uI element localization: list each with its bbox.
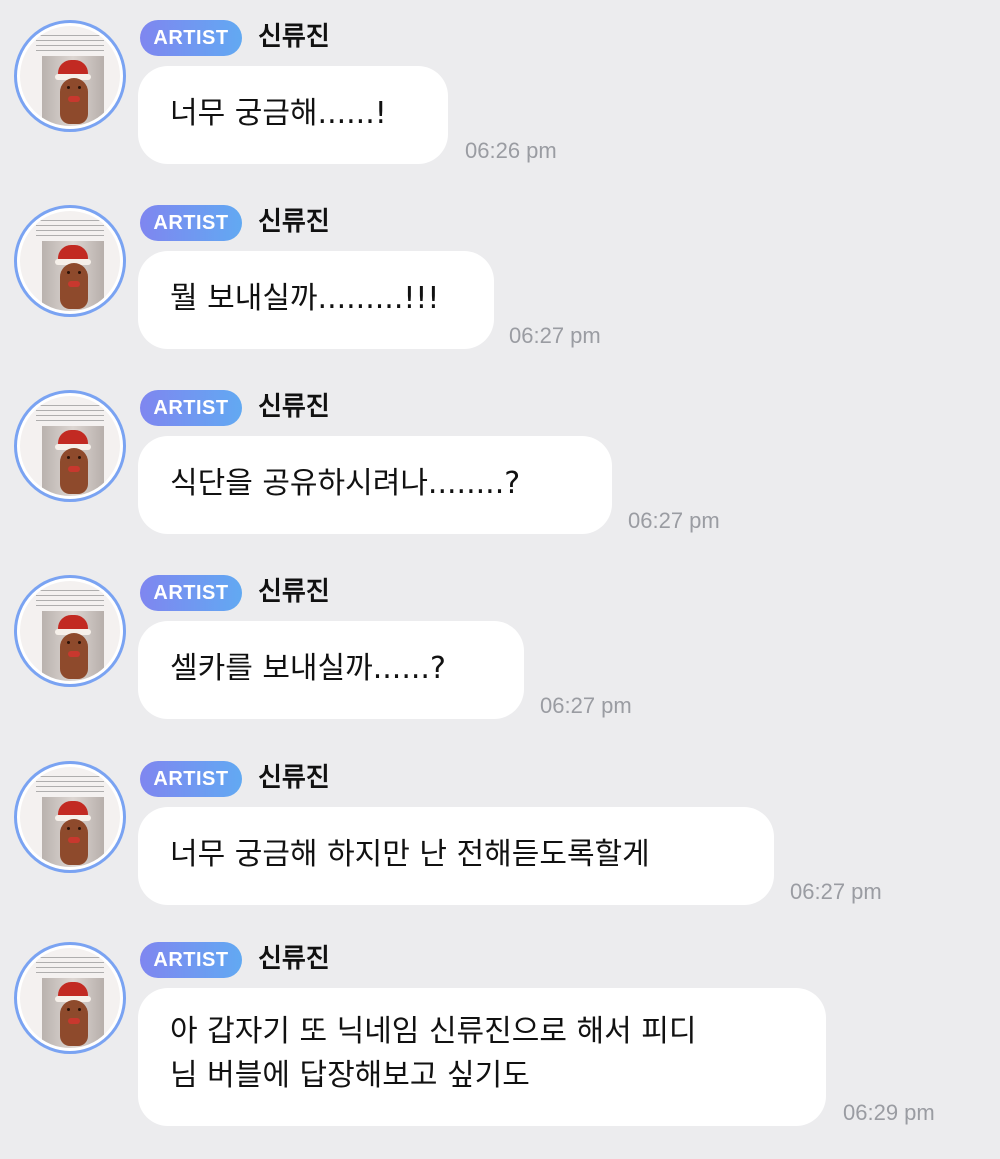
artist-badge: ARTIST [140, 942, 242, 978]
sender-name: 신류진 [258, 22, 330, 52]
message-bubble[interactable]: 너무 궁금해 하지만 난 전해듣도록할게 [138, 807, 774, 905]
message-bubble[interactable]: 셀카를 보내실까......? [138, 621, 524, 719]
message-timestamp: 06:29 pm [843, 1100, 935, 1125]
avatar[interactable] [14, 761, 126, 873]
artist-badge: ARTIST [140, 205, 242, 241]
sender-name: 신류진 [258, 392, 330, 422]
message-bubble[interactable]: 뭘 보내실까.........!!! [138, 251, 494, 349]
artist-badge: ARTIST [140, 20, 242, 56]
avatar[interactable] [14, 390, 126, 502]
avatar[interactable] [14, 942, 126, 1054]
sender-name: 신류진 [258, 577, 330, 607]
avatar[interactable] [14, 205, 126, 317]
artist-badge: ARTIST [140, 390, 242, 426]
artist-badge: ARTIST [140, 761, 242, 797]
sender-name: 신류진 [258, 763, 330, 793]
sender-name: 신류진 [258, 207, 330, 237]
message-timestamp: 06:27 pm [540, 693, 632, 718]
avatar[interactable] [14, 20, 126, 132]
sender-name: 신류진 [258, 944, 330, 974]
message-bubble[interactable]: 아 갑자기 또 닉네임 신류진으로 해서 피디 님 버블에 답장해보고 싶기도 [138, 988, 826, 1126]
avatar[interactable] [14, 575, 126, 687]
message-timestamp: 06:27 pm [628, 508, 720, 533]
message-bubble[interactable]: 식단을 공유하시려나........? [138, 436, 612, 534]
message-timestamp: 06:27 pm [509, 323, 601, 348]
message-bubble[interactable]: 너무 궁금해......! [138, 66, 448, 164]
message-timestamp: 06:26 pm [465, 138, 557, 163]
message-timestamp: 06:27 pm [790, 879, 882, 904]
artist-badge: ARTIST [140, 575, 242, 611]
